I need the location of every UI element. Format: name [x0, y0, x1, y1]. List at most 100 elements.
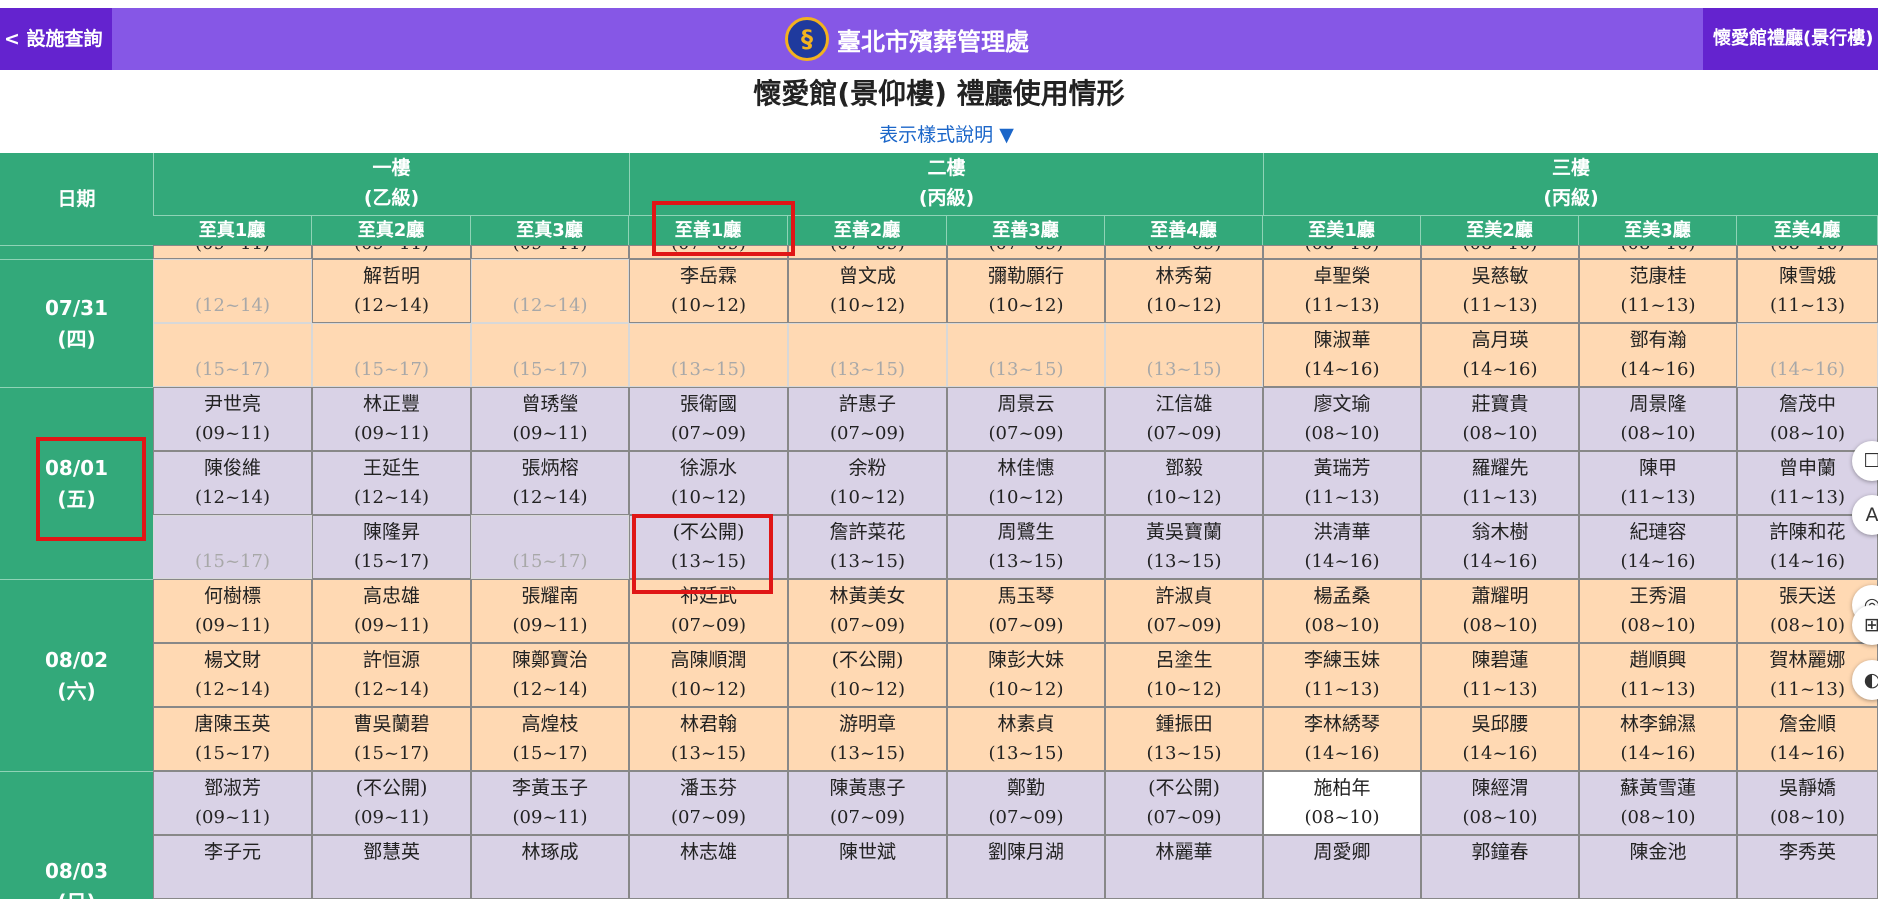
schedule-cell[interactable]: 高忠雄 (09~11)	[312, 579, 471, 643]
hall-header[interactable]: 至美3廳	[1579, 215, 1737, 245]
schedule-cell[interactable]: (12~14)	[471, 259, 629, 323]
schedule-cell[interactable]: 李子元	[153, 835, 312, 899]
schedule-cell-partial[interactable]: (07~09)	[1105, 245, 1263, 259]
schedule-cell[interactable]: 黃瑞芳 (11~13)	[1263, 451, 1421, 515]
schedule-cell-partial[interactable]: (08~10)	[1263, 245, 1421, 259]
schedule-cell[interactable]: 陳金池	[1579, 835, 1737, 899]
schedule-cell[interactable]: (15~17)	[153, 515, 312, 579]
schedule-cell[interactable]: 范康桂 (11~13)	[1579, 259, 1737, 323]
hall-header[interactable]: 至善3廳	[947, 215, 1105, 245]
schedule-cell[interactable]: 陳雪娥 (11~13)	[1737, 259, 1878, 323]
schedule-cell[interactable]: 鍾振田 (13~15)	[1105, 707, 1263, 771]
back-to-facility-search-button[interactable]: < 設施查詢	[0, 8, 112, 70]
schedule-cell[interactable]: 紀璉容 (14~16)	[1579, 515, 1737, 579]
hall-header[interactable]: 至善2廳	[788, 215, 947, 245]
schedule-cell[interactable]: 鄧毅 (10~12)	[1105, 451, 1263, 515]
schedule-cell[interactable]: (不公開) (09~11)	[312, 771, 471, 835]
hall-header[interactable]: 至美1廳	[1263, 215, 1421, 245]
schedule-cell[interactable]: 潘玉芬 (07~09)	[629, 771, 788, 835]
schedule-cell[interactable]: 吳邱腰 (14~16)	[1421, 707, 1579, 771]
schedule-cell[interactable]: 蘇黃雪蓮 (08~10)	[1579, 771, 1737, 835]
schedule-cell[interactable]: 林秀菊 (10~12)	[1105, 259, 1263, 323]
hall-header[interactable]: 至美2廳	[1421, 215, 1579, 245]
schedule-cell[interactable]: 李林綉琴 (14~16)	[1263, 707, 1421, 771]
schedule-cell[interactable]: 李黃玉子 (09~11)	[471, 771, 629, 835]
schedule-cell[interactable]: (15~17)	[471, 323, 629, 387]
schedule-cell[interactable]: 陳淑華 (14~16)	[1263, 323, 1421, 387]
schedule-cell[interactable]: (15~17)	[471, 515, 629, 579]
schedule-cell-partial[interactable]: (09~11)	[153, 245, 312, 259]
schedule-cell[interactable]: 施柏年 (08~10)	[1263, 771, 1421, 835]
schedule-cell[interactable]: (15~17)	[153, 323, 312, 387]
schedule-cell[interactable]: 蕭耀明 (08~10)	[1421, 579, 1579, 643]
schedule-cell-partial[interactable]: (08~10)	[1579, 245, 1737, 259]
schedule-cell[interactable]: 唐陳玉英 (15~17)	[153, 707, 312, 771]
schedule-cell[interactable]: 張衛國 (07~09)	[629, 387, 788, 451]
schedule-cell-partial[interactable]: (07~09)	[947, 245, 1105, 259]
schedule-cell[interactable]: 高煌枝 (15~17)	[471, 707, 629, 771]
hall-switch-tab[interactable]: 懷愛館禮廳(景行樓)	[1703, 8, 1878, 70]
schedule-cell[interactable]: 郭鐘春	[1421, 835, 1579, 899]
schedule-cell[interactable]: 彌勒願行 (10~12)	[947, 259, 1105, 323]
schedule-cell[interactable]: 張炳榕 (12~14)	[471, 451, 629, 515]
hall-header[interactable]: 至真3廳	[471, 215, 629, 245]
schedule-cell[interactable]: (13~15)	[947, 323, 1105, 387]
schedule-cell[interactable]: 張耀南 (09~11)	[471, 579, 629, 643]
schedule-cell[interactable]: 許惠子 (07~09)	[788, 387, 947, 451]
schedule-cell[interactable]: 翁木樹 (14~16)	[1421, 515, 1579, 579]
hall-header[interactable]: 至善4廳	[1105, 215, 1263, 245]
schedule-cell[interactable]: 楊孟桑 (08~10)	[1263, 579, 1421, 643]
schedule-cell[interactable]: 陳黃惠子 (07~09)	[788, 771, 947, 835]
schedule-cell[interactable]: 吳靜嬌 (08~10)	[1737, 771, 1878, 835]
schedule-cell[interactable]: 陳俊維 (12~14)	[153, 451, 312, 515]
schedule-cell[interactable]: 黃吳寶蘭 (13~15)	[1105, 515, 1263, 579]
schedule-cell[interactable]: 莊寶貴 (08~10)	[1421, 387, 1579, 451]
schedule-cell[interactable]: 吳慈敏 (11~13)	[1421, 259, 1579, 323]
schedule-cell[interactable]: (不公開) (10~12)	[788, 643, 947, 707]
schedule-cell[interactable]: 李秀英	[1737, 835, 1878, 899]
schedule-cell[interactable]: 詹茂中 (08~10)	[1737, 387, 1878, 451]
schedule-cell-partial[interactable]: (08~10)	[1421, 245, 1579, 259]
schedule-cell[interactable]: 劉陳月湖	[947, 835, 1105, 899]
schedule-cell[interactable]: 王秀湄 (08~10)	[1579, 579, 1737, 643]
schedule-cell[interactable]: 尹世亮 (09~11)	[153, 387, 312, 451]
schedule-cell[interactable]: (14~16)	[1737, 323, 1878, 387]
schedule-cell[interactable]: 鄧有瀚 (14~16)	[1579, 323, 1737, 387]
schedule-cell-partial[interactable]: (09~11)	[312, 245, 471, 259]
schedule-cell[interactable]: 陳隆昇 (15~17)	[312, 515, 471, 579]
hall-header[interactable]: 至真2廳	[312, 215, 471, 245]
schedule-cell[interactable]: 高月瑛 (14~16)	[1421, 323, 1579, 387]
schedule-cell[interactable]: 詹金順 (14~16)	[1737, 707, 1878, 771]
schedule-cell[interactable]: 江信雄 (07~09)	[1105, 387, 1263, 451]
schedule-cell[interactable]: 羅耀先 (11~13)	[1421, 451, 1579, 515]
schedule-cell[interactable]: 陳碧蓮 (11~13)	[1421, 643, 1579, 707]
schedule-cell[interactable]: 林佳憓 (10~12)	[947, 451, 1105, 515]
schedule-cell[interactable]: 余粉 (10~12)	[788, 451, 947, 515]
schedule-cell[interactable]: (12~14)	[153, 259, 312, 323]
schedule-cell[interactable]: 林志雄	[629, 835, 788, 899]
schedule-cell[interactable]: 林素貞 (13~15)	[947, 707, 1105, 771]
schedule-cell[interactable]: 陳世斌	[788, 835, 947, 899]
schedule-cell[interactable]: (不公開) (07~09)	[1105, 771, 1263, 835]
schedule-cell[interactable]: 楊文財 (12~14)	[153, 643, 312, 707]
schedule-cell[interactable]: 周景云 (07~09)	[947, 387, 1105, 451]
schedule-cell[interactable]: 鄧淑芳 (09~11)	[153, 771, 312, 835]
schedule-cell[interactable]: 何樹標 (09~11)	[153, 579, 312, 643]
schedule-cell[interactable]: (15~17)	[312, 323, 471, 387]
schedule-cell[interactable]: 游明章 (13~15)	[788, 707, 947, 771]
schedule-cell[interactable]: 廖文瑜 (08~10)	[1263, 387, 1421, 451]
schedule-cell[interactable]: 徐源水 (10~12)	[629, 451, 788, 515]
schedule-cell[interactable]: 陳鄭寶治 (12~14)	[471, 643, 629, 707]
schedule-cell[interactable]: 周愛卿	[1263, 835, 1421, 899]
schedule-cell[interactable]: 李岳霖 (10~12)	[629, 259, 788, 323]
schedule-cell[interactable]: 卓聖榮 (11~13)	[1263, 259, 1421, 323]
schedule-cell[interactable]: 林黃美女 (07~09)	[788, 579, 947, 643]
schedule-cell[interactable]: 林李錦濕 (14~16)	[1579, 707, 1737, 771]
schedule-cell[interactable]: 陳甲 (11~13)	[1579, 451, 1737, 515]
schedule-cell[interactable]: 馬玉琴 (07~09)	[947, 579, 1105, 643]
schedule-cell-partial[interactable]: (07~09)	[788, 245, 947, 259]
schedule-cell[interactable]: 王延生 (12~14)	[312, 451, 471, 515]
schedule-cell[interactable]: 林君翰 (13~15)	[629, 707, 788, 771]
schedule-cell[interactable]: 曹吳蘭碧 (15~17)	[312, 707, 471, 771]
schedule-cell[interactable]: (13~15)	[1105, 323, 1263, 387]
